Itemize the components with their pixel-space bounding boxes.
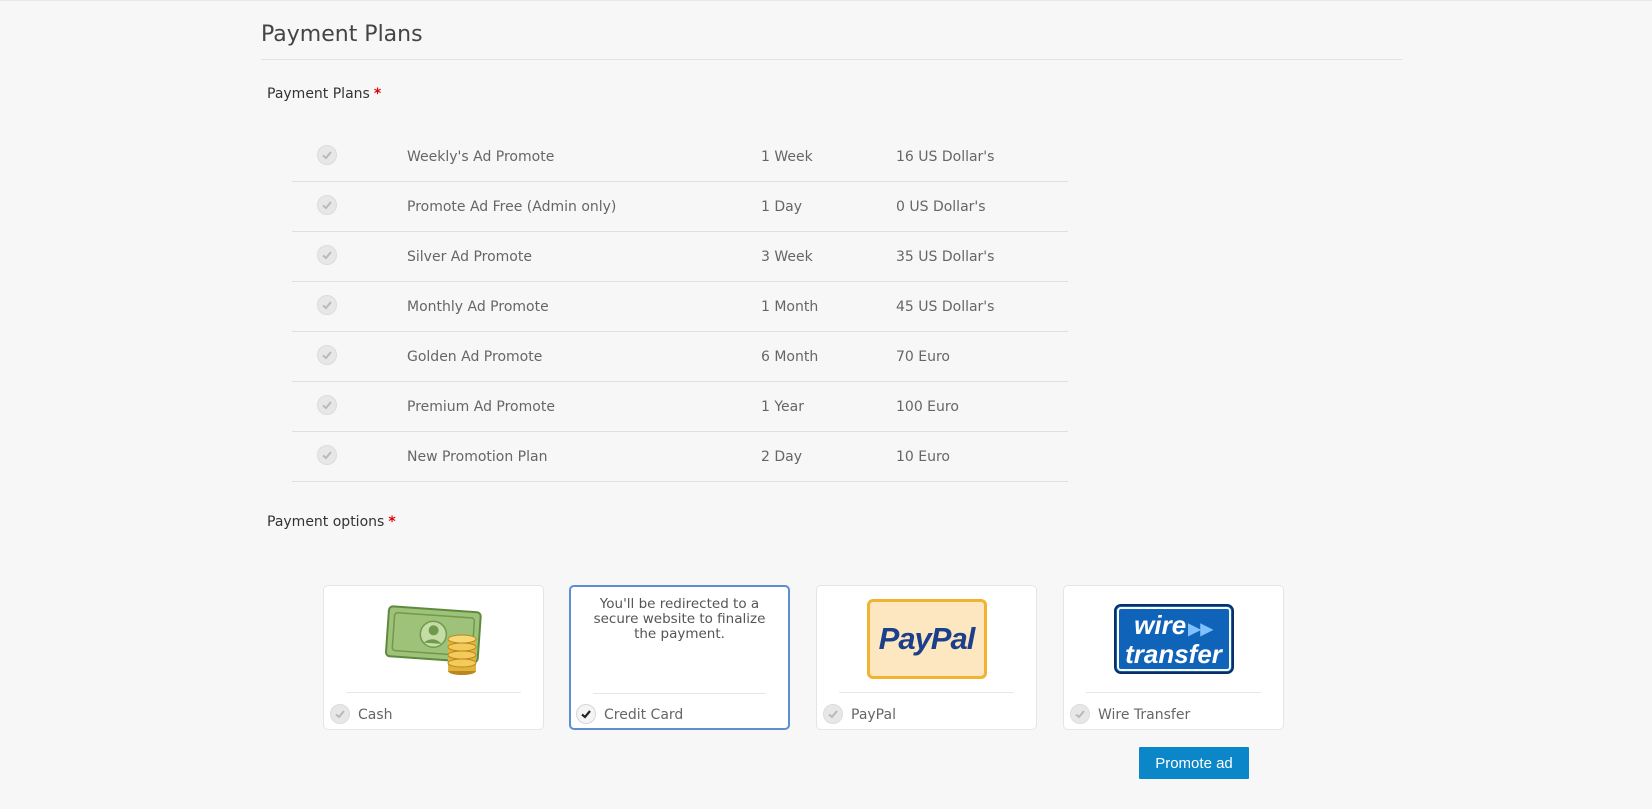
payment-option-paypal[interactable]: PayPal PayPal (816, 585, 1037, 730)
title-divider (261, 59, 1402, 60)
option-label: Credit Card (604, 707, 684, 723)
plans-field-label: Payment Plans * (267, 86, 381, 102)
plan-duration: 1 Month (761, 299, 819, 315)
radio-check-icon[interactable] (330, 704, 350, 724)
plans-list: Weekly's Ad Promote 1 Week 16 US Dollar'… (292, 132, 1068, 482)
options-label-text: Payment options (267, 514, 385, 530)
plan-price: 16 US Dollar's (896, 149, 995, 165)
redirect-notice: You'll be redirected to a secure website… (593, 596, 766, 642)
options-field-label: Payment options * (267, 514, 396, 530)
option-label: Wire Transfer (1098, 707, 1191, 723)
plan-duration: 6 Month (761, 349, 819, 365)
plan-duration: 1 Week (761, 149, 813, 165)
plan-name: Golden Ad Promote (407, 349, 543, 365)
plan-row-golden[interactable]: Golden Ad Promote 6 Month 70 Euro (292, 332, 1068, 382)
plan-duration: 2 Day (761, 449, 803, 465)
cash-icon (384, 605, 482, 675)
plan-row-new[interactable]: New Promotion Plan 2 Day 10 Euro (292, 432, 1068, 482)
required-mark: * (388, 514, 396, 530)
required-mark: * (373, 86, 382, 102)
plan-duration: 1 Day (761, 199, 803, 215)
plan-price: 45 US Dollar's (896, 299, 995, 315)
payment-option-wire-transfer[interactable]: wire ▶▶ transfer Wire Transfer (1063, 585, 1284, 730)
plan-duration: 1 Year (761, 399, 804, 415)
plan-row-premium[interactable]: Premium Ad Promote 1 Year 100 Euro (292, 382, 1068, 432)
radio-check-icon[interactable] (317, 395, 337, 415)
page-title: Payment Plans (261, 22, 423, 47)
radio-check-icon[interactable] (823, 704, 843, 724)
plan-name: Monthly Ad Promote (407, 299, 549, 315)
option-label: Cash (358, 707, 393, 723)
radio-check-icon[interactable] (317, 295, 337, 315)
radio-check-icon[interactable] (317, 245, 337, 265)
top-divider (0, 0, 1652, 1)
plan-price: 100 Euro (896, 399, 959, 415)
radio-check-icon[interactable] (317, 145, 337, 165)
radio-check-icon[interactable] (576, 704, 596, 724)
plan-name: New Promotion Plan (407, 449, 548, 465)
plan-row-free[interactable]: Promote Ad Free (Admin only) 1 Day 0 US … (292, 182, 1068, 232)
payment-option-cash[interactable]: Cash (323, 585, 544, 730)
paypal-logo: PayPal (866, 599, 987, 679)
plan-name: Weekly's Ad Promote (407, 149, 555, 165)
plan-name: Promote Ad Free (Admin only) (407, 199, 617, 215)
promote-ad-button[interactable]: Promote ad (1139, 747, 1249, 779)
plan-price: 0 US Dollar's (896, 199, 986, 215)
option-label: PayPal (851, 707, 896, 723)
plan-price: 35 US Dollar's (896, 249, 995, 265)
plan-name: Silver Ad Promote (407, 249, 532, 265)
radio-check-icon[interactable] (317, 445, 337, 465)
plan-price: 10 Euro (896, 449, 950, 465)
plan-price: 70 Euro (896, 349, 950, 365)
plan-row-silver[interactable]: Silver Ad Promote 3 Week 35 US Dollar's (292, 232, 1068, 282)
plan-duration: 3 Week (761, 249, 813, 265)
radio-check-icon[interactable] (1070, 704, 1090, 724)
plans-label-text: Payment Plans (267, 86, 370, 102)
radio-check-icon[interactable] (317, 345, 337, 365)
plan-row-weekly[interactable]: Weekly's Ad Promote 1 Week 16 US Dollar'… (292, 132, 1068, 182)
plan-name: Premium Ad Promote (407, 399, 555, 415)
arrows-icon: ▶▶ (1188, 620, 1213, 638)
plan-row-monthly[interactable]: Monthly Ad Promote 1 Month 45 US Dollar'… (292, 282, 1068, 332)
payment-option-credit-card[interactable]: You'll be redirected to a secure website… (569, 585, 790, 730)
radio-check-icon[interactable] (317, 195, 337, 215)
wire-transfer-logo: wire ▶▶ transfer (1113, 604, 1234, 674)
